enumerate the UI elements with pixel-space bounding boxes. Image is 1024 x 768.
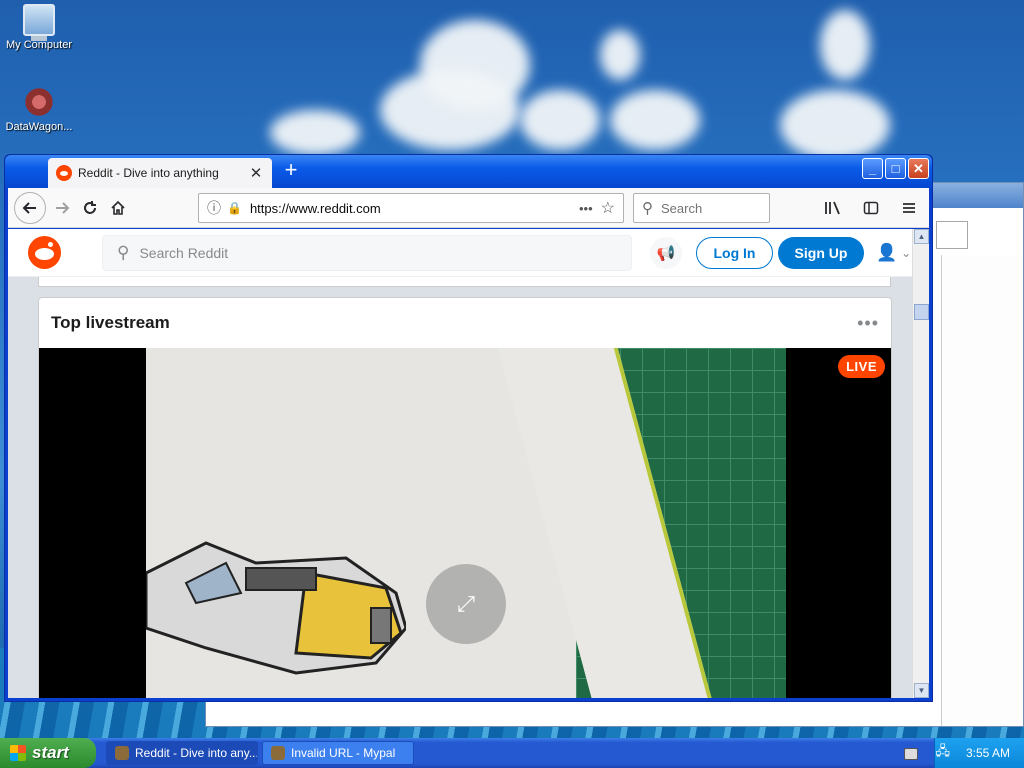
- page-content: ⚲ Search Reddit 📢 Log In Sign Up 👤 ⌄ Top…: [8, 229, 929, 698]
- url-text[interactable]: https://www.reddit.com: [250, 201, 571, 216]
- sidebar-glyph: [863, 201, 879, 215]
- signup-button[interactable]: Sign Up: [778, 236, 864, 269]
- desktop-icon-my-computer[interactable]: My Computer: [0, 4, 78, 51]
- bookmark-star-icon[interactable]: ☆: [601, 198, 615, 218]
- toolbar-right: [819, 194, 923, 222]
- tab-reddit[interactable]: Reddit - Dive into anything ✕: [48, 158, 272, 188]
- advertise-megaphone-icon[interactable]: 📢: [650, 236, 682, 269]
- reddit-logo-icon[interactable]: [28, 236, 61, 269]
- desktop-icon-datawagon[interactable]: DataWagon...: [0, 86, 78, 133]
- start-button[interactable]: start: [0, 738, 96, 768]
- card-title: Top livestream: [51, 313, 170, 332]
- reload-button[interactable]: [76, 194, 104, 222]
- browser-toolbar: ⓘ 🔒 https://www.reddit.com ••• ☆ ⚲ Searc…: [8, 188, 929, 228]
- taskbar-item-reddit[interactable]: Reddit - Dive into any...: [106, 741, 258, 765]
- browser-window: Reddit - Dive into anything ✕ + _ □ ✕ ⓘ …: [4, 154, 933, 702]
- back-arrow-icon: [22, 201, 36, 214]
- forward-button[interactable]: [48, 194, 76, 222]
- taskbar-item-invalid-url[interactable]: Invalid URL - Mypal: [262, 741, 414, 765]
- scroll-up-icon[interactable]: ▲: [914, 229, 929, 244]
- reddit-search-input[interactable]: ⚲ Search Reddit: [102, 234, 632, 271]
- library-icon[interactable]: [819, 194, 847, 222]
- cloud: [520, 90, 600, 150]
- cloud: [820, 10, 870, 80]
- desktop-icon-label: DataWagon...: [5, 121, 73, 133]
- drawing-illustration: [146, 541, 406, 675]
- expand-icon[interactable]: ⤢: [426, 564, 506, 644]
- browser-app-icon: [115, 746, 129, 760]
- clock: 3:55 AM: [965, 746, 1010, 760]
- previous-card-bottom: [38, 277, 891, 287]
- page-actions-icon[interactable]: •••: [579, 201, 593, 216]
- reddit-header: ⚲ Search Reddit 📢 Log In Sign Up 👤 ⌄: [8, 229, 912, 277]
- network-icon[interactable]: 🖧: [935, 742, 950, 764]
- url-bar[interactable]: ⓘ 🔒 https://www.reddit.com ••• ☆: [198, 193, 624, 223]
- browser-search-input[interactable]: ⚲ Search: [633, 193, 770, 223]
- browser-search-placeholder: Search: [661, 200, 703, 216]
- cloud: [270, 110, 360, 155]
- maximize-button[interactable]: □: [885, 158, 906, 179]
- video-frame: [146, 348, 786, 698]
- chevron-down-icon: ⌄: [901, 245, 912, 260]
- scroll-thumb[interactable]: [914, 304, 929, 320]
- close-button[interactable]: ✕: [908, 158, 929, 179]
- login-button[interactable]: Log In: [696, 236, 773, 269]
- taskbar-item-label: Reddit - Dive into any...: [135, 746, 258, 760]
- hamburger-menu-icon[interactable]: [895, 194, 923, 222]
- reddit-search-placeholder: Search Reddit: [139, 244, 229, 261]
- computer-icon: [23, 4, 55, 41]
- page-scrollbar[interactable]: ▲ ▼: [912, 229, 929, 698]
- tab-label: Reddit - Dive into anything: [78, 166, 219, 180]
- search-icon: ⚲: [642, 200, 653, 217]
- taskbar-item-label: Invalid URL - Mypal: [291, 746, 396, 760]
- forward-arrow-icon: [56, 201, 70, 214]
- windows-logo-icon: [10, 745, 26, 761]
- scroll-down-icon[interactable]: ▼: [914, 683, 929, 698]
- cloud: [780, 90, 890, 160]
- home-button[interactable]: [104, 194, 132, 222]
- tab-close-icon[interactable]: ✕: [248, 164, 264, 182]
- minimize-button[interactable]: _: [862, 158, 883, 179]
- cloud: [600, 30, 640, 80]
- browser-app-icon: [271, 746, 285, 760]
- lock-icon[interactable]: 🔒: [227, 201, 242, 215]
- live-badge: LIVE: [838, 355, 885, 378]
- reload-icon: [84, 200, 96, 214]
- info-icon[interactable]: ⓘ: [207, 198, 221, 218]
- user-icon: 👤: [876, 242, 898, 262]
- cloud: [610, 90, 700, 150]
- background-window-panel: [941, 255, 1023, 726]
- card-header: Top livestream •••: [39, 298, 891, 348]
- livestream-video[interactable]: LIVE ⤢: [39, 348, 891, 698]
- user-menu-button[interactable]: 👤 ⌄: [876, 243, 911, 263]
- start-label: start: [32, 743, 69, 762]
- cloud: [380, 70, 520, 150]
- reddit-favicon-icon: [56, 165, 72, 181]
- library-glyph: [825, 201, 840, 215]
- keyboard-icon[interactable]: [904, 748, 918, 760]
- new-tab-button[interactable]: +: [279, 159, 303, 183]
- taskbar: start Reddit - Dive into any... Invalid …: [0, 738, 1024, 768]
- more-options-icon[interactable]: •••: [857, 313, 879, 334]
- search-icon: ⚲: [117, 242, 130, 262]
- system-tray: 🖧 3:55 AM: [934, 738, 1024, 768]
- window-controls: _ □ ✕: [862, 158, 929, 179]
- top-livestream-card[interactable]: Top livestream ••• LIVE ⤢: [38, 297, 892, 698]
- browser-titlebar[interactable]: Reddit - Dive into anything ✕ + _ □ ✕: [5, 155, 932, 188]
- menu-glyph: [903, 203, 915, 213]
- background-window-field: [936, 221, 968, 249]
- back-button[interactable]: [14, 191, 46, 224]
- sidebar-icon[interactable]: [857, 194, 885, 222]
- home-icon: [111, 200, 125, 215]
- datawagon-icon: [23, 86, 55, 118]
